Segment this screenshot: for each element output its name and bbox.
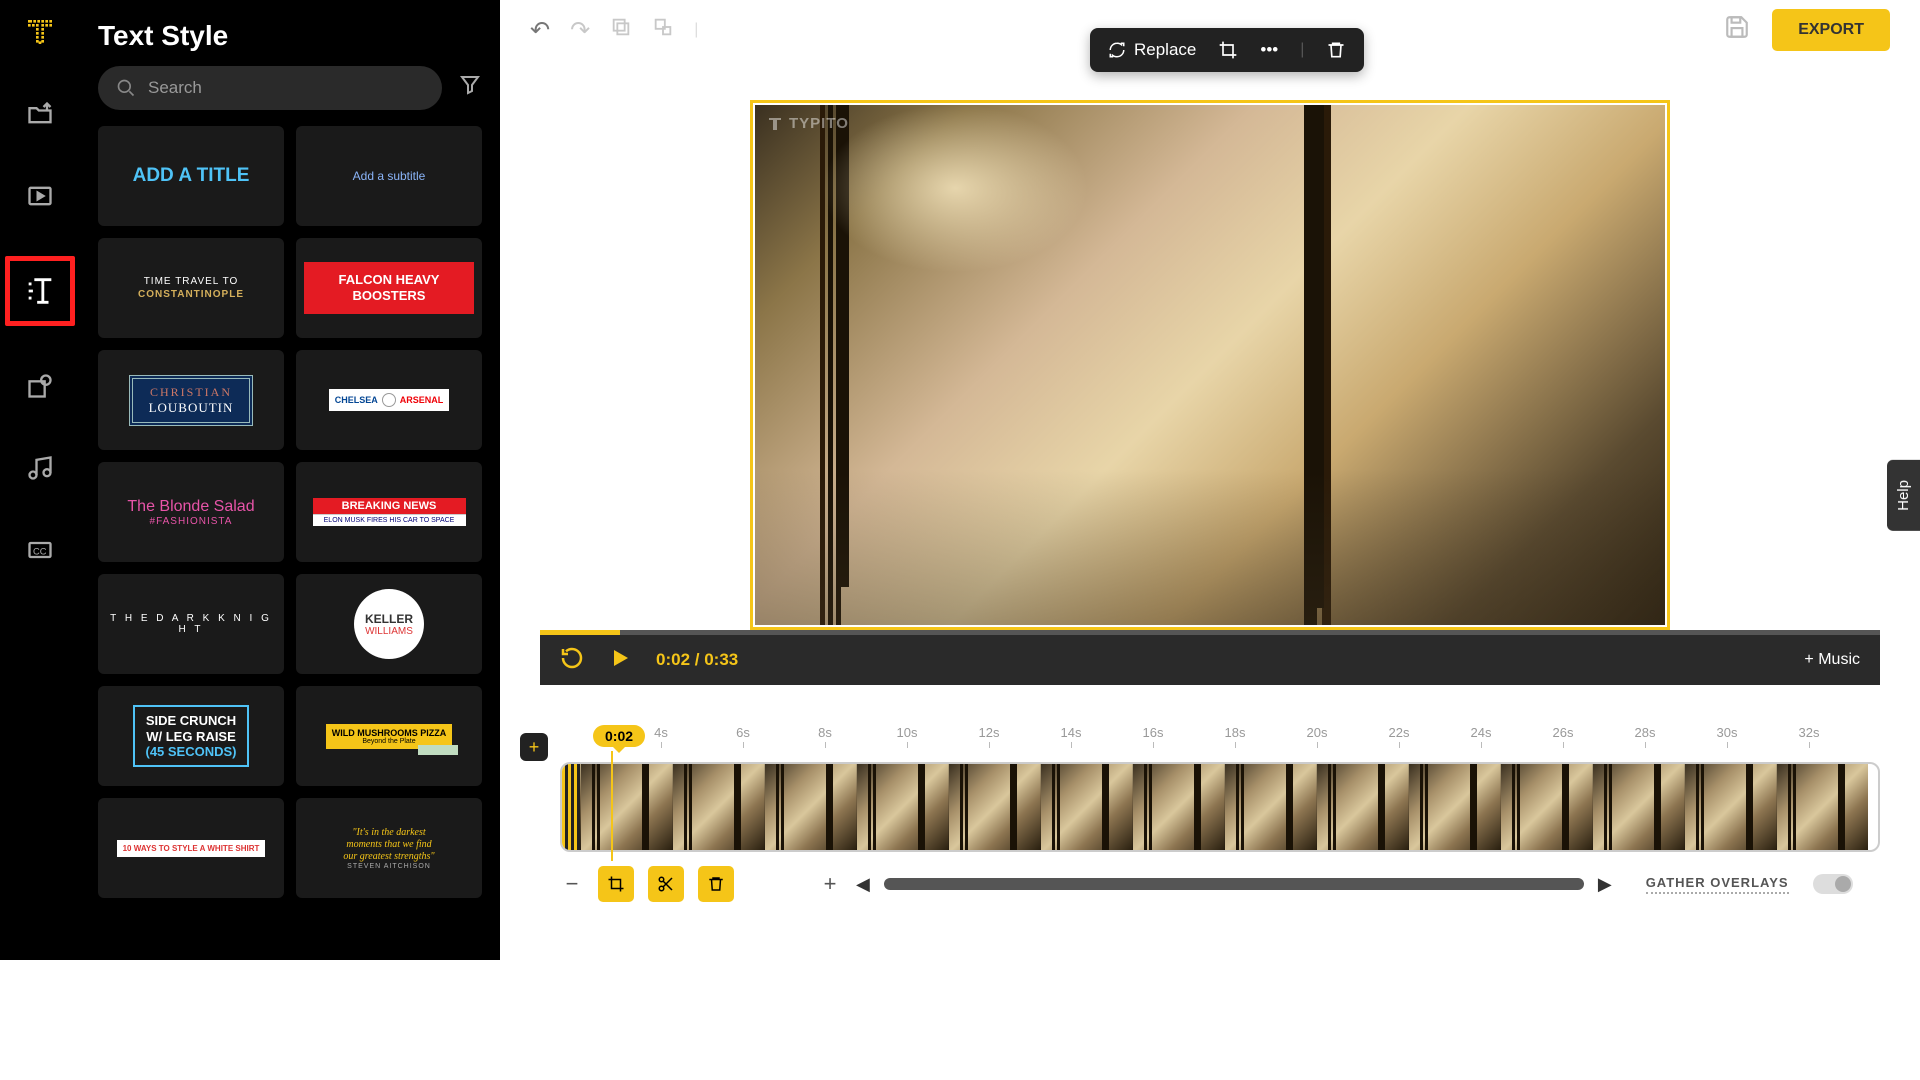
clip-thumb[interactable] (764, 764, 856, 850)
text-style-panel: Text Style ADD A TITLE Add a subtitle TI… (80, 0, 500, 960)
timeline-ruler[interactable]: 4s6s8s10s12s14s16s18s20s22s24s26s28s30s3… (560, 725, 1880, 740)
time-display: 0:02 / 0:33 (656, 650, 738, 670)
text-style-grid: ADD A TITLE Add a subtitle TIME TRAVEL T… (80, 126, 500, 898)
copy-button[interactable] (610, 16, 632, 45)
ruler-tick: 24s (1440, 725, 1522, 740)
save-icon[interactable] (1724, 14, 1750, 47)
svg-text:CC: CC (33, 547, 47, 557)
add-music-button[interactable]: + Music (1804, 651, 1860, 669)
card-dark-knight[interactable]: T H E D A R K K N I G H T (98, 574, 284, 674)
card-chelsea[interactable]: CHELSEAARSENAL (296, 350, 482, 450)
templates-icon[interactable] (18, 174, 62, 218)
add-scene-button[interactable]: + (520, 733, 548, 761)
card-quote[interactable]: "It's in the darkestmoments that we find… (296, 798, 482, 898)
ruler-tick: 8s (784, 725, 866, 740)
ruler-tick: 20s (1276, 725, 1358, 740)
clip-handle-left[interactable] (562, 764, 580, 850)
more-button[interactable]: ••• (1260, 40, 1278, 60)
card-breaking[interactable]: BREAKING NEWSELON MUSK FIRES HIS CAR TO … (296, 462, 482, 562)
delete-button[interactable] (1326, 40, 1346, 60)
zoom-out-button[interactable]: − (560, 871, 584, 897)
panel-title: Text Style (80, 0, 500, 66)
music-icon[interactable] (18, 446, 62, 490)
ruler-tick: 12s (948, 725, 1030, 740)
clip-thumb[interactable] (1500, 764, 1592, 850)
restart-button[interactable] (560, 646, 584, 675)
card-mushrooms[interactable]: WILD MUSHROOMS PIZZABeyond the Plate (296, 686, 482, 786)
ruler-tick: 26s (1522, 725, 1604, 740)
shapes-icon[interactable] (18, 364, 62, 408)
card-louboutin[interactable]: CHRISTIANLOUBOUTIN (98, 350, 284, 450)
zoom-in-button[interactable]: + (818, 871, 842, 897)
playhead-label[interactable]: 0:02 (593, 725, 645, 747)
tl-crop-button[interactable] (598, 866, 634, 902)
ruler-tick: 30s (1686, 725, 1768, 740)
clip-thumb[interactable] (1132, 764, 1224, 850)
paste-button[interactable] (652, 16, 674, 45)
ruler-tick: 18s (1194, 725, 1276, 740)
clip-thumb[interactable] (1408, 764, 1500, 850)
text-icon[interactable] (5, 256, 75, 326)
export-button[interactable]: EXPORT (1772, 9, 1890, 51)
clip-thumb[interactable] (856, 764, 948, 850)
clip-thumb[interactable] (1316, 764, 1408, 850)
undo-button[interactable]: ↶ (530, 16, 550, 45)
preview-video-frame: TYPITO (755, 105, 1665, 625)
timeline: + 0:02 4s6s8s10s12s14s16s18s20s22s24s26s… (500, 685, 1920, 902)
card-crunch[interactable]: SIDE CRUNCHW/ LEG RAISE(45 SECONDS) (98, 686, 284, 786)
step-back-button[interactable]: ◀ (856, 874, 870, 895)
filter-icon[interactable] (458, 72, 482, 104)
ruler-tick: 28s (1604, 725, 1686, 740)
clip-thumb[interactable] (1776, 764, 1868, 850)
card-time-travel[interactable]: TIME TRAVEL TOCONSTANTINOPLE (98, 238, 284, 338)
card-keller[interactable]: KELLERWILLIAMS (296, 574, 482, 674)
clip-thumb[interactable] (580, 764, 672, 850)
captions-icon[interactable]: CC (18, 528, 62, 572)
replace-button[interactable]: Replace (1108, 40, 1196, 60)
search-box[interactable] (98, 66, 442, 110)
search-icon (116, 78, 136, 98)
overlays-label: GATHER OVERLAYS (1646, 875, 1789, 894)
clip-thumb[interactable] (1224, 764, 1316, 850)
playhead-line[interactable] (611, 751, 613, 861)
clip-thumb[interactable] (1684, 764, 1776, 850)
clip-thumb[interactable] (948, 764, 1040, 850)
clip-thumb[interactable] (1040, 764, 1132, 850)
search-input[interactable] (148, 78, 424, 98)
editor-main: ↶ ↷ | EXPORT Replace ••• | TYPITO 0:02 /… (500, 0, 1920, 960)
tl-delete-button[interactable] (698, 866, 734, 902)
player-controls: 0:02 / 0:33 + Music (540, 635, 1880, 685)
ruler-tick: 10s (866, 725, 948, 740)
card-add-title[interactable]: ADD A TITLE (98, 126, 284, 226)
ruler-tick: 6s (702, 725, 784, 740)
ruler-tick: 32s (1768, 725, 1850, 740)
redo-button[interactable]: ↷ (570, 16, 590, 45)
card-blonde[interactable]: The Blonde Salad#FASHIONISTA (98, 462, 284, 562)
clip-thumb[interactable] (672, 764, 764, 850)
card-add-subtitle[interactable]: Add a subtitle (296, 126, 482, 226)
help-tab[interactable]: Help (1887, 460, 1920, 531)
watermark: TYPITO (767, 115, 849, 132)
card-ghost[interactable]: 10 WAYS TO STYLE A WHITE SHIRT (98, 798, 284, 898)
ruler-tick: 16s (1112, 725, 1194, 740)
play-button[interactable] (608, 646, 632, 675)
import-icon[interactable] (18, 92, 62, 136)
ruler-tick: 14s (1030, 725, 1112, 740)
tl-split-button[interactable] (648, 866, 684, 902)
app-sidebar: CC (0, 0, 80, 960)
timeline-scrollbar[interactable] (884, 878, 1584, 890)
clip-thumb[interactable] (1592, 764, 1684, 850)
card-falcon[interactable]: FALCON HEAVY BOOSTERS (296, 238, 482, 338)
step-fwd-button[interactable]: ▶ (1598, 874, 1612, 895)
clip-strip[interactable] (560, 762, 1880, 852)
preview-canvas[interactable]: TYPITO (750, 100, 1670, 630)
logo-icon[interactable] (18, 10, 62, 54)
ruler-tick: 22s (1358, 725, 1440, 740)
overlays-toggle[interactable] (1813, 874, 1853, 894)
crop-button[interactable] (1218, 40, 1238, 60)
